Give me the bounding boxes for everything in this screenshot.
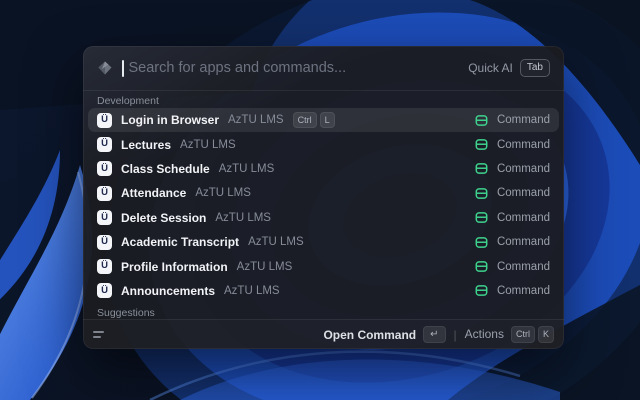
tab-key-badge: Tab	[519, 58, 550, 78]
command-title: Lectures	[121, 137, 172, 152]
command-subtitle: AzTU LMS	[224, 284, 280, 297]
app-icon-letter: Ü	[101, 211, 108, 223]
command-subtitle: AzTU LMS	[195, 187, 251, 200]
command-type-label: Command	[496, 138, 550, 151]
command-title: Profile Information	[121, 259, 228, 274]
command-type-icon	[475, 187, 488, 200]
app-icon-letter: Ü	[101, 113, 108, 125]
command-type-icon	[475, 211, 488, 224]
command-subtitle: AzTU LMS	[248, 236, 304, 249]
section-header-suggestions: Suggestions	[97, 307, 155, 320]
command-title: Announcements	[121, 283, 216, 298]
aztu-app-icon: Ü	[97, 210, 112, 226]
app-icon-letter: Ü	[101, 187, 108, 199]
desktop: Quick AI Tab Development Ü Login in Brow…	[0, 0, 640, 400]
aztu-app-icon: Ü	[97, 112, 112, 128]
command-title: Attendance	[121, 186, 187, 201]
command-list-item[interactable]: Ü Login in Browser AzTU LMS Ctrl L Comman…	[88, 108, 559, 133]
app-icon-letter: Ü	[101, 235, 108, 247]
command-type-label: Command	[496, 284, 550, 297]
command-title: Login in Browser	[121, 113, 220, 128]
command-list-item[interactable]: Ü Lectures AzTU LMS Command	[88, 132, 559, 156]
command-type-label: Command	[496, 211, 550, 224]
section-header-development: Development	[97, 95, 159, 107]
shortcut-key-badge: L	[319, 112, 335, 129]
footer-divider: |	[453, 327, 457, 342]
shortcut-key-badge: Ctrl	[292, 112, 317, 129]
command-subtitle: AzTU LMS	[180, 138, 236, 151]
command-type-icon	[475, 138, 488, 151]
raycast-mark-icon	[93, 331, 104, 338]
command-title: Academic Transcript	[121, 235, 240, 250]
command-title: Class Schedule	[121, 161, 210, 176]
command-subtitle: AzTU LMS	[236, 260, 293, 273]
app-icon-letter: Ü	[101, 138, 108, 150]
app-icon-letter: Ü	[101, 260, 108, 272]
command-type-label: Command	[496, 236, 550, 249]
app-icon-letter: Ü	[101, 162, 108, 174]
command-type-label: Command	[496, 260, 550, 273]
actions-button[interactable]: Actions Ctrl K	[464, 326, 554, 343]
command-palette-window: Quick AI Tab Development Ü Login in Brow…	[83, 46, 564, 349]
aztu-app-icon: Ü	[97, 259, 112, 275]
aztu-app-icon: Ü	[97, 234, 112, 250]
command-subtitle: AzTU LMS	[228, 114, 284, 127]
command-type-icon	[475, 236, 488, 249]
command-subtitle: AzTU LMS	[218, 162, 275, 175]
extension-gem-icon	[97, 60, 113, 76]
ctrl-key-badge: Ctrl	[510, 326, 535, 343]
search-input[interactable]	[128, 60, 460, 76]
command-type-label: Command	[496, 187, 550, 200]
command-type-icon	[475, 114, 488, 127]
shortcut-keys: Ctrl L	[292, 112, 335, 129]
command-list-item[interactable]: Ü Profile Information AzTU LMS Command	[88, 254, 559, 278]
actions-label: Actions	[464, 327, 504, 342]
command-list-item[interactable]: Ü Delete Session AzTU LMS Command	[88, 206, 559, 230]
command-list-item[interactable]: Ü Class Schedule AzTU LMS Command	[88, 157, 559, 181]
quick-ai-label: Quick AI	[468, 61, 513, 75]
aztu-app-icon: Ü	[97, 185, 112, 201]
results-list: Ü Login in Browser AzTU LMS Ctrl L Comman…	[83, 108, 564, 303]
open-command-button[interactable]: Open Command ↵	[323, 325, 446, 344]
command-subtitle: AzTU LMS	[215, 211, 271, 224]
open-command-label: Open Command	[323, 327, 417, 342]
command-list-item[interactable]: Ü Academic Transcript AzTU LMS Command	[88, 230, 559, 254]
quick-ai-button[interactable]: Quick AI Tab	[468, 58, 550, 78]
app-icon-letter: Ü	[101, 284, 108, 296]
command-type-label: Command	[496, 162, 550, 175]
command-list-item[interactable]: Ü Attendance AzTU LMS Command	[88, 181, 559, 205]
palette-footer: Open Command ↵ | Actions Ctrl K	[83, 319, 564, 349]
search-bar: Quick AI Tab	[83, 46, 564, 91]
enter-key-badge: ↵	[423, 325, 446, 344]
command-list-item[interactable]: Ü Announcements AzTU LMS Command	[88, 279, 559, 303]
aztu-app-icon: Ü	[97, 161, 112, 177]
k-key-badge: K	[537, 326, 554, 343]
command-title: Delete Session	[121, 210, 207, 225]
command-type-icon	[475, 162, 488, 175]
command-type-icon	[475, 260, 488, 273]
text-caret	[122, 59, 124, 77]
command-type-icon	[475, 284, 488, 297]
command-type-label: Command	[496, 114, 550, 127]
aztu-app-icon: Ü	[97, 137, 112, 153]
aztu-app-icon: Ü	[97, 283, 112, 299]
